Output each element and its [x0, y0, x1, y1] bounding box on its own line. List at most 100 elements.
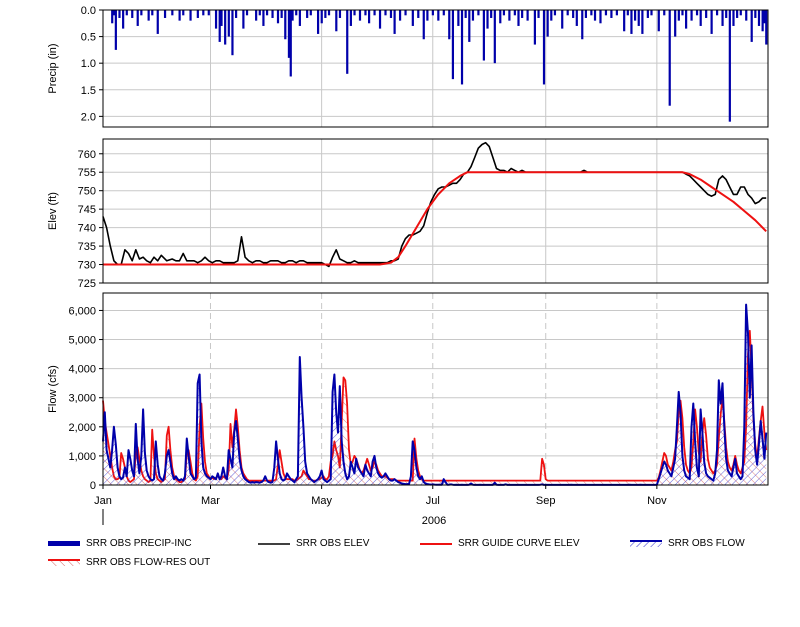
- precip-bar: [373, 10, 376, 16]
- legend-label: SRR GUIDE CURVE ELEV: [458, 538, 580, 549]
- precip-bar: [657, 10, 660, 32]
- precip-bar: [417, 10, 420, 18]
- precip-bar: [245, 10, 249, 16]
- precip-bar: [593, 10, 597, 21]
- precip-bar: [368, 10, 371, 24]
- precip-bar: [125, 10, 128, 16]
- precip-bar: [526, 10, 529, 21]
- precip-bar: [220, 10, 223, 26]
- precip-bar: [437, 10, 440, 21]
- precip-bar: [615, 10, 618, 16]
- precip-bar: [584, 10, 588, 18]
- precip-bar: [699, 10, 702, 26]
- precip-bar: [378, 10, 382, 29]
- precip-bar: [338, 10, 342, 18]
- precip-bar: [140, 10, 143, 16]
- precip-bar: [739, 10, 742, 16]
- y-tick-label: 5,000: [68, 335, 96, 347]
- precip-bar: [324, 10, 327, 18]
- precip-bar: [553, 10, 557, 16]
- precip-bar: [750, 10, 753, 42]
- precip-bar: [353, 10, 356, 16]
- precip-bar: [517, 10, 520, 26]
- precip-panel: 0.0 0.5 1.0 1.5 2.0 Precip (in): [47, 5, 769, 128]
- precip-bar: [725, 10, 728, 18]
- legend-item-flow-res-out: SRR OBS FLOW-RES OUT: [48, 557, 210, 568]
- precip-bar: [745, 10, 748, 21]
- precip-bar: [650, 10, 653, 16]
- legend-swatch-elev: [258, 542, 290, 545]
- precip-bar: [171, 10, 174, 16]
- precip-bar: [156, 10, 159, 34]
- precip-bar: [521, 10, 524, 18]
- precip-bar: [398, 10, 402, 21]
- precip-bar: [451, 10, 455, 80]
- precip-bar: [147, 10, 150, 21]
- precip-bar: [422, 10, 425, 40]
- y-tick-label: 730: [78, 260, 96, 272]
- precip-bar: [477, 10, 480, 16]
- legend: SRR OBS PRECIP-INC SRR OBS ELEV SRR GUID…: [0, 530, 800, 580]
- precip-bar: [189, 10, 192, 21]
- legend-label: SRR OBS PRECIP-INC: [86, 538, 192, 549]
- y-tick-label: 760: [78, 149, 96, 161]
- precip-bar: [685, 10, 688, 29]
- precip-bar: [224, 10, 227, 45]
- precip-bar: [575, 10, 578, 26]
- precip-bar: [493, 10, 496, 64]
- precip-bar: [464, 10, 467, 18]
- y-tick-label: 1.5: [81, 85, 96, 97]
- precip-bar: [280, 10, 283, 18]
- legend-swatch-guide-curve: [420, 542, 452, 545]
- y-tick-label: 6,000: [68, 305, 96, 317]
- precip-bar: [316, 10, 320, 34]
- precip-bar: [389, 10, 393, 18]
- precip-bar: [320, 10, 323, 24]
- precip-bar: [335, 10, 338, 32]
- precip-bar: [674, 10, 677, 37]
- y-axis-label: Flow (cfs): [47, 365, 59, 413]
- precip-bar: [471, 10, 475, 21]
- precip-bar: [393, 10, 396, 34]
- precip-bar: [508, 10, 511, 21]
- flow-panel: 0 1,000 2,000 3,000 4,000 5,000 6,000 Flow (cfs…: [47, 292, 769, 527]
- precip-bar: [604, 10, 608, 16]
- precip-bar: [490, 10, 493, 18]
- y-tick-label: 0.5: [81, 32, 96, 44]
- precip-bar: [634, 10, 637, 21]
- x-tick-label: Sep: [536, 495, 556, 507]
- y-tick-label: 3,000: [68, 393, 96, 405]
- y-tick-label: 4,000: [68, 364, 96, 376]
- precip-bar: [384, 10, 387, 16]
- precip-bar: [122, 10, 125, 29]
- precip-bar: [258, 10, 261, 16]
- precip-bar: [114, 10, 117, 50]
- precip-bar: [265, 10, 269, 16]
- y-axis-label: Elev (ft): [47, 192, 59, 230]
- y-tick-label: 750: [78, 186, 96, 198]
- chart-window: 0.0 0.5 1.0 1.5 2.0 Precip (in) 725 730 735 740 7…: [0, 0, 800, 627]
- precip-bar: [668, 10, 671, 106]
- legend-swatch-flow: [630, 539, 662, 547]
- precip-bar: [581, 10, 584, 40]
- precip-bar: [695, 10, 699, 16]
- precip-bar: [637, 10, 640, 26]
- precip-bar: [235, 10, 238, 18]
- precip-bar: [765, 10, 768, 45]
- precip-bar: [623, 10, 626, 32]
- x-tick-label: Jul: [426, 495, 440, 507]
- precip-bar: [681, 10, 684, 16]
- precip-bar: [346, 10, 349, 74]
- precip-bar: [572, 10, 575, 18]
- precip-bar: [182, 10, 185, 16]
- x-tick-label: Mar: [201, 495, 220, 507]
- precip-bar: [242, 10, 245, 29]
- y-tick-label: 0.0: [81, 5, 96, 17]
- precip-bar: [721, 10, 724, 26]
- y-tick-label: 740: [78, 223, 96, 235]
- x-axis-year-label: 2006: [422, 515, 446, 527]
- y-tick-label: 755: [78, 167, 96, 179]
- plot-area: [103, 139, 768, 283]
- precip-bar: [202, 10, 205, 16]
- precip-bar: [566, 10, 569, 16]
